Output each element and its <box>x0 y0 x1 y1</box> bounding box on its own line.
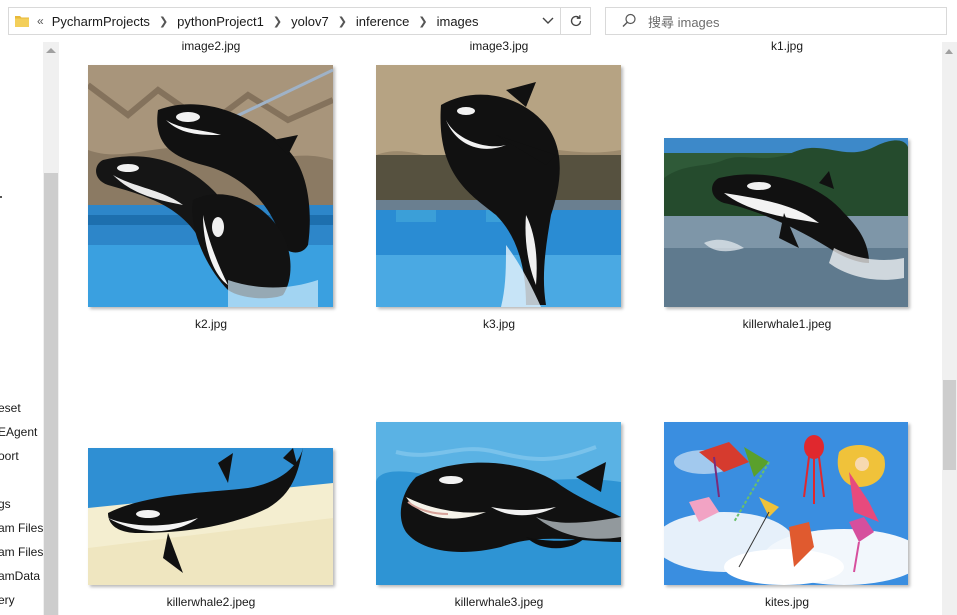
nav-item[interactable]: oort <box>0 449 19 463</box>
scrollbar-thumb[interactable] <box>943 380 956 470</box>
breadcrumb-yolov7[interactable]: yolov7 <box>291 14 329 29</box>
file-thumbnail[interactable] <box>664 138 908 307</box>
file-name[interactable]: killerwhale2.jpeg <box>88 595 334 609</box>
file-thumbnail[interactable] <box>88 448 333 585</box>
file-thumbnail[interactable] <box>376 422 621 585</box>
file-thumbnail[interactable] <box>88 65 333 307</box>
file-label-image3[interactable]: image3.jpg <box>376 39 622 53</box>
file-name[interactable]: k3.jpg <box>376 317 622 331</box>
address-bar[interactable]: « PycharmProjects ❯ pythonProject1 ❯ yol… <box>8 7 591 35</box>
nav-item[interactable]: am Files <box>0 545 43 559</box>
navigation-pane: eset EAgent oort gs am Files am Files am… <box>0 42 43 615</box>
overflow-chevron-icon[interactable]: « <box>37 14 44 28</box>
nav-item[interactable]: amData <box>0 569 40 583</box>
nav-item[interactable]: eset <box>0 401 21 415</box>
nav-item[interactable]: ery <box>0 593 15 607</box>
scroll-up-arrow-icon[interactable] <box>945 49 953 54</box>
file-thumbnail[interactable] <box>664 422 908 585</box>
scroll-up-arrow-icon[interactable] <box>46 48 56 53</box>
file-name[interactable]: k2.jpg <box>88 317 334 331</box>
scrollbar-thumb[interactable] <box>44 173 58 615</box>
nav-item[interactable]: am Files <box>0 521 43 535</box>
nav-item[interactable]: gs <box>0 497 11 511</box>
breadcrumb-images[interactable]: images <box>437 14 479 29</box>
chevron-down-icon[interactable] <box>536 8 560 34</box>
breadcrumb-inference[interactable]: inference <box>356 14 409 29</box>
file-thumbnail[interactable] <box>376 65 621 307</box>
chevron-right-icon[interactable]: ❯ <box>159 15 168 28</box>
folder-icon <box>14 14 30 28</box>
nav-scrollbar[interactable] <box>43 42 59 615</box>
file-name[interactable]: killerwhale3.jpeg <box>376 595 622 609</box>
file-name[interactable]: killerwhale1.jpeg <box>664 317 910 331</box>
chevron-right-icon[interactable]: ❯ <box>338 15 347 28</box>
breadcrumb-pycharmprojects[interactable]: PycharmProjects <box>52 14 150 29</box>
search-placeholder: 搜尋 images <box>648 14 720 30</box>
file-name[interactable]: kites.jpg <box>664 595 910 609</box>
content-scrollbar[interactable] <box>942 42 957 615</box>
breadcrumb-pythonproject1[interactable]: pythonProject1 <box>177 14 264 29</box>
file-label-image2[interactable]: image2.jpg <box>88 39 334 53</box>
chevron-right-icon[interactable]: ❯ <box>418 15 427 28</box>
search-input[interactable]: 搜尋 images <box>605 7 947 35</box>
file-label-k1[interactable]: k1.jpg <box>664 39 910 53</box>
nav-item[interactable]: EAgent <box>0 425 37 439</box>
search-icon <box>620 12 638 30</box>
chevron-right-icon[interactable]: ❯ <box>273 15 282 28</box>
nav-tree-dot <box>0 196 2 198</box>
refresh-icon[interactable] <box>560 8 590 34</box>
